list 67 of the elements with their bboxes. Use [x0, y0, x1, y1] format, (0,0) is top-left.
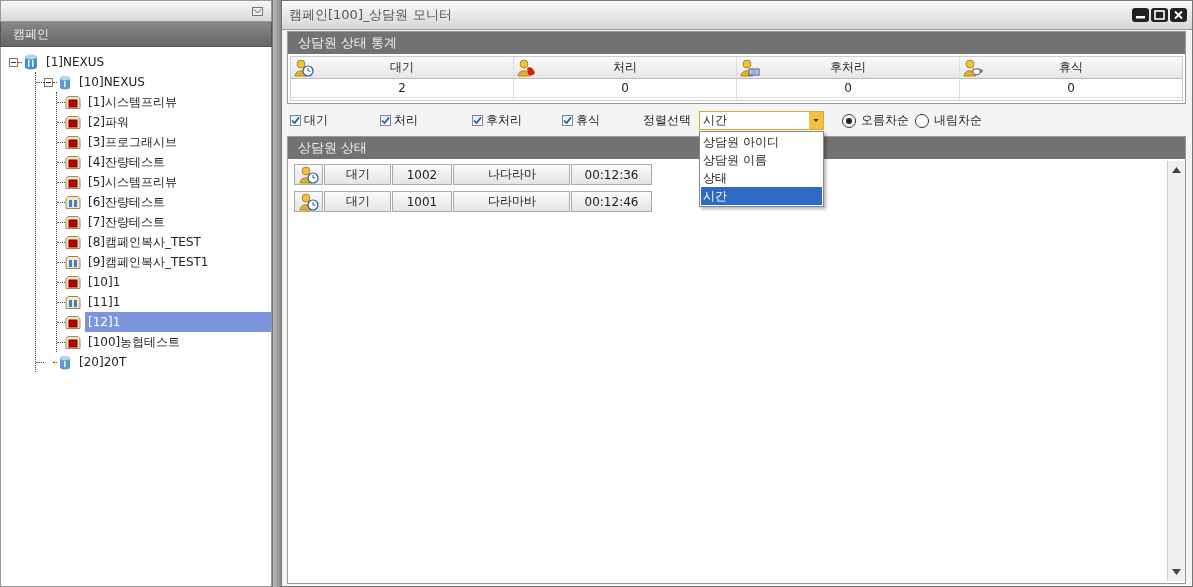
tree-item[interactable]: [3]프로그래시브 [85, 132, 271, 152]
tree-item[interactable]: [8]캠페인복사_TEST [85, 232, 271, 252]
status-cell: 대기 [324, 164, 391, 185]
radio-button[interactable] [915, 113, 929, 128]
tree-item[interactable]: [10]1 [85, 272, 271, 292]
radio-label[interactable]: 내림차순 [934, 112, 982, 129]
checkbox[interactable] [380, 115, 391, 126]
tree-item[interactable]: [10]NEXUS [76, 72, 148, 92]
dropdown-option[interactable]: 상담원 이름 [701, 151, 822, 169]
sort-label: 정렬선택 [643, 112, 691, 129]
table-cell: 0 [514, 79, 736, 98]
table-cell: 2 [291, 79, 513, 98]
checkbox-label[interactable]: 대기 [304, 112, 328, 129]
radio-label[interactable]: 오름차순 [861, 112, 909, 129]
checkbox-label[interactable]: 후처리 [486, 112, 522, 129]
agent-clock-icon [298, 192, 319, 211]
tree-item[interactable]: [9]캠페인복사_TEST1 [85, 252, 271, 272]
time-cell: 00:12:46 [571, 191, 652, 212]
column-header: 처리 [514, 57, 736, 79]
maximize-icon[interactable] [1151, 8, 1168, 22]
scrollbar[interactable] [1167, 161, 1185, 581]
checkbox[interactable] [290, 115, 301, 126]
section-header: 상담원 상태 통계 [288, 32, 1185, 54]
dropdown-option[interactable]: 상태 [701, 169, 822, 187]
tree-item[interactable]: [1]시스템프리뷰 [85, 92, 271, 112]
name-cell: 다라마바 [453, 191, 570, 212]
caret-icon[interactable] [809, 112, 823, 129]
dropdown-option[interactable]: 상담원 아이디 [701, 133, 822, 151]
name-cell: 나다라마 [453, 164, 570, 185]
minimize-icon[interactable] [1132, 8, 1149, 22]
tree-item[interactable]: [1]NEXUS [43, 52, 108, 72]
id-cell: 1001 [392, 191, 452, 212]
expander-icon[interactable] [44, 77, 53, 87]
time-cell: 00:12:36 [571, 164, 652, 185]
column-header: 휴식 [960, 57, 1182, 79]
expander-icon[interactable] [9, 57, 18, 67]
tree-item[interactable]: [20]20T [76, 352, 130, 372]
cylinder-icon [59, 354, 71, 370]
agent-clock-icon [298, 165, 319, 184]
checkbox[interactable] [562, 115, 573, 126]
sort-dropdown[interactable]: 시간 [699, 111, 824, 130]
checkbox-label[interactable]: 휴식 [576, 112, 600, 129]
column-header: 후처리 [737, 57, 959, 79]
tree-item[interactable]: [4]잔량테스트 [85, 152, 271, 172]
cylinder-icon [59, 74, 71, 90]
tree-item[interactable]: [6]잔량테스트 [85, 192, 271, 212]
status-cell: 대기 [324, 191, 391, 212]
window-title: 캠페인[100]_상담원 모니터 [289, 6, 452, 24]
table-cell: 0 [960, 79, 1182, 98]
tree-item[interactable]: [100]농협테스트 [85, 332, 271, 352]
cylinder-icon [24, 54, 38, 70]
checkbox-label[interactable]: 처리 [394, 112, 418, 129]
tree-item[interactable]: [5]시스템프리뷰 [85, 172, 271, 192]
radio-button[interactable] [842, 113, 856, 128]
id-cell: 1002 [392, 164, 452, 185]
column-header: 대기 [291, 57, 513, 79]
dropdown-option[interactable]: 시간 [701, 187, 822, 205]
chevron-icon[interactable] [252, 6, 263, 16]
panel-header: 캠페인 [0, 22, 272, 47]
table-cell: 0 [737, 79, 959, 98]
close-icon[interactable] [1170, 8, 1187, 22]
tree-item[interactable]: [2]파워 [85, 112, 271, 132]
checkbox[interactable] [472, 115, 483, 126]
tree-item[interactable]: [7]잔량테스트 [85, 212, 271, 232]
tree-item[interactable]: [11]1 [85, 292, 271, 312]
scroll-down-icon[interactable] [1172, 569, 1181, 575]
scroll-up-icon[interactable] [1172, 167, 1181, 173]
